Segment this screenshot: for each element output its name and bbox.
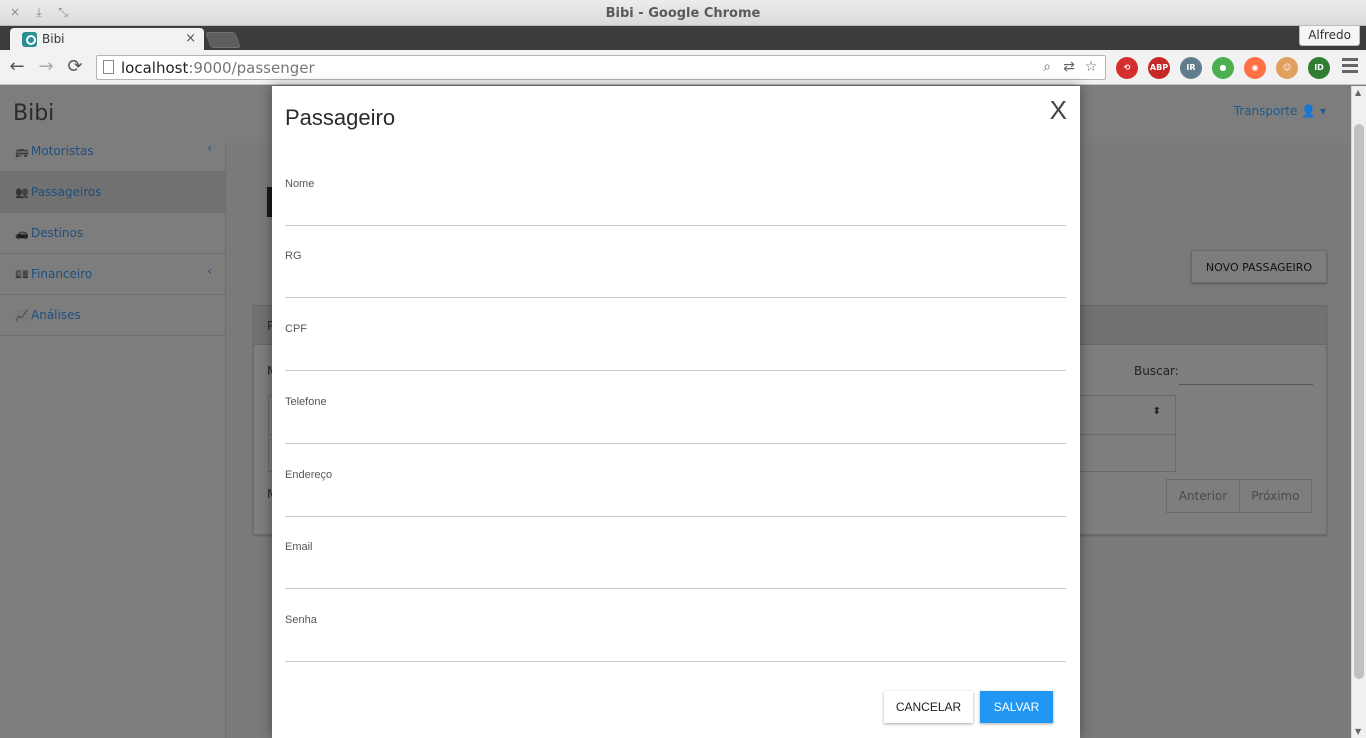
colorpick-icon[interactable]: ◉ bbox=[1244, 57, 1266, 79]
bibi-favicon-icon bbox=[22, 32, 37, 47]
field-email: Email bbox=[285, 541, 1066, 589]
evernote-icon[interactable]: ● bbox=[1212, 57, 1234, 79]
sidebar-item-icon: 🚌 bbox=[15, 145, 29, 158]
modal-title: Passageiro bbox=[285, 105, 396, 130]
window-title: Bibi - Google Chrome bbox=[605, 6, 761, 21]
field-endereco: Endereço bbox=[285, 469, 1066, 517]
field-label: Endereço bbox=[285, 469, 333, 481]
field-label: CPF bbox=[285, 323, 307, 335]
sidebar-item-icon: 🚗 bbox=[15, 227, 29, 240]
scroll-thumb[interactable] bbox=[1354, 124, 1364, 679]
tab-close-icon[interactable]: × bbox=[185, 31, 196, 46]
pagination: Anterior Próximo bbox=[1166, 479, 1312, 513]
app-brand[interactable]: Bibi bbox=[13, 101, 54, 126]
field-cpf: CPF bbox=[285, 323, 1066, 371]
sidebar-item-passageiros[interactable]: 👥 Passageiros bbox=[0, 172, 225, 213]
telefone-input[interactable] bbox=[285, 414, 1066, 442]
id-extension-icon[interactable]: ID bbox=[1308, 57, 1330, 79]
sidebar-item-icon: 👥 bbox=[15, 186, 29, 199]
address-bar[interactable]: localhost:9000/passenger ⌕ ⇄ ☆ bbox=[96, 55, 1106, 80]
search-input[interactable] bbox=[1179, 384, 1313, 385]
browser-toolbar: ← → ⟳ localhost:9000/passenger ⌕ ⇄ ☆ ⟲ AB… bbox=[0, 50, 1366, 85]
sort-icon[interactable]: ⬍ bbox=[1153, 406, 1161, 417]
scroll-up-icon[interactable]: ▲ bbox=[1355, 88, 1361, 97]
back-arrow-icon[interactable]: ← bbox=[6, 56, 28, 78]
page-scrollbar[interactable]: ▲ ▼ bbox=[1351, 86, 1366, 738]
sidebar-item-destinos[interactable]: 🚗 Destinos bbox=[0, 213, 225, 254]
forward-arrow-icon[interactable]: → bbox=[35, 56, 57, 78]
field-label: Email bbox=[285, 541, 313, 553]
nome-input[interactable] bbox=[285, 196, 1066, 224]
field-label: Telefone bbox=[285, 396, 327, 408]
star-icon[interactable]: ☆ bbox=[1083, 59, 1099, 75]
redirect-extension-icon[interactable]: ⟲ bbox=[1116, 57, 1138, 79]
save-button[interactable]: SALVAR bbox=[980, 691, 1053, 723]
sidebar-item-label: Passageiros bbox=[31, 185, 102, 199]
field-nome: Nome bbox=[285, 178, 1066, 226]
new-passenger-button[interactable]: NOVO PASSAGEIRO bbox=[1191, 250, 1327, 283]
tab-strip: Bibi × Alfredo bbox=[0, 26, 1366, 50]
sidebar-item-label: Financeiro bbox=[31, 267, 93, 281]
tab-label: Bibi bbox=[42, 32, 65, 46]
close-modal-button[interactable]: X bbox=[1050, 95, 1067, 126]
ir-extension-icon[interactable]: IR bbox=[1180, 57, 1202, 79]
character-extension-icon[interactable]: ☺ bbox=[1276, 57, 1298, 79]
sidebar-item-label: Análises bbox=[31, 308, 81, 322]
field-rg: RG bbox=[285, 250, 1066, 298]
sidebar-item-financeiro[interactable]: 💵 Financeiro ‹ bbox=[0, 254, 225, 295]
translate-icon[interactable]: ⇄ bbox=[1061, 59, 1077, 75]
sidebar-item-icon: 💵 bbox=[15, 268, 29, 281]
endereco-input[interactable] bbox=[285, 487, 1066, 515]
new-tab-button[interactable] bbox=[205, 32, 241, 48]
field-telefone: Telefone bbox=[285, 396, 1066, 444]
profile-button[interactable]: Alfredo bbox=[1299, 26, 1360, 46]
sidebar-item-label: Destinos bbox=[31, 226, 84, 240]
passenger-modal: Passageiro X Nome RG CPF Telefone Endereço Em… bbox=[272, 86, 1080, 738]
field-senha: Senha bbox=[285, 614, 1066, 662]
cpf-input[interactable] bbox=[285, 341, 1066, 369]
sidebar: 🚌 Motoristas ‹ 👥 Passageiros 🚗 Destinos 💵 Financ… bbox=[0, 131, 225, 336]
field-label: Nome bbox=[285, 178, 315, 190]
url-path: :9000/passenger bbox=[188, 59, 315, 77]
scroll-down-icon[interactable]: ▼ bbox=[1355, 727, 1361, 736]
sidebar-item-label: Motoristas bbox=[31, 144, 94, 158]
extensions-area: ⟲ ABP IR ● ◉ ☺ ID bbox=[1116, 57, 1330, 79]
window-titlebar: × ⤓ ⤡ Bibi - Google Chrome bbox=[0, 0, 1366, 26]
sidebar-item-analises[interactable]: 📈 Análises bbox=[0, 295, 225, 336]
next-page-button[interactable]: Próximo bbox=[1239, 480, 1311, 512]
url-text[interactable]: localhost:9000/passenger bbox=[121, 59, 315, 77]
chrome-menu-icon[interactable] bbox=[1342, 58, 1358, 76]
url-host: localhost bbox=[121, 59, 189, 77]
senha-input[interactable] bbox=[285, 632, 1066, 660]
user-menu[interactable]: Transporte 👤 ▾ bbox=[1234, 104, 1326, 118]
chevron-left-icon[interactable]: ‹ bbox=[207, 251, 212, 292]
page-icon bbox=[103, 60, 114, 74]
cancel-button[interactable]: CANCELAR bbox=[884, 691, 973, 723]
prev-page-button[interactable]: Anterior bbox=[1167, 480, 1239, 512]
sidebar-item-icon: 📈 bbox=[15, 309, 29, 322]
field-label: Senha bbox=[285, 614, 317, 626]
field-label: RG bbox=[285, 250, 302, 262]
chevron-left-icon[interactable]: ‹ bbox=[207, 128, 212, 169]
email-input[interactable] bbox=[285, 559, 1066, 587]
tab-bibi[interactable]: Bibi × bbox=[10, 28, 204, 50]
reload-icon[interactable]: ⟳ bbox=[64, 56, 86, 78]
sidebar-item-motoristas[interactable]: 🚌 Motoristas ‹ bbox=[0, 131, 225, 172]
adblock-plus-icon[interactable]: ABP bbox=[1148, 57, 1170, 79]
zoom-icon[interactable]: ⌕ bbox=[1039, 59, 1055, 75]
rg-input[interactable] bbox=[285, 268, 1066, 296]
search-label: Buscar: bbox=[1134, 364, 1179, 378]
